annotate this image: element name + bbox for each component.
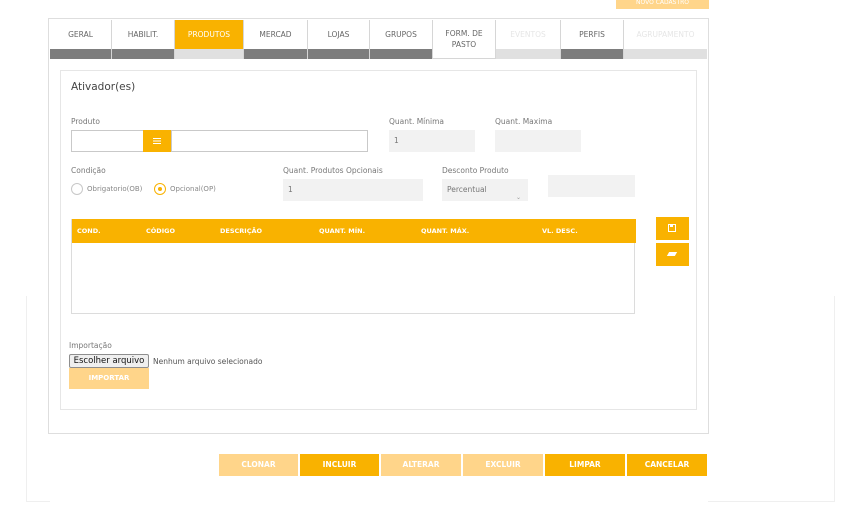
quant-minima-label: Quant. Mínima [389,117,445,126]
quant-opcionais-input[interactable]: 1 [283,179,423,201]
tab-label: MERCAD [259,30,292,39]
quant-opcionais-label: Quant. Produtos Opcionais [283,166,383,175]
tab-produtos[interactable]: PRODUTOS [175,20,244,59]
tab-label: PERFIS [579,30,605,39]
background-frame-left [26,296,50,502]
save-icon [668,224,676,232]
table-header: COND. CÓDIGO DESCRIÇÃO QUANT. MÍN. QUANT… [72,219,636,243]
tab-label: AGRUPAMENTO [636,30,695,39]
condicao-label: Condição [71,166,106,175]
col-descricao[interactable]: DESCRIÇÃO [220,227,262,235]
alter-button[interactable]: ALTERAR [381,454,461,476]
tab-habilit[interactable]: HABILIT. [112,20,175,59]
tab-eventos[interactable]: EVENTOS [496,20,561,59]
tab-geral[interactable]: GERAL [50,20,112,59]
tab-agrupamento[interactable]: AGRUPAMENTO [624,20,707,59]
list-icon [153,138,161,144]
desconto-selected: Percentual [447,185,487,194]
col-vl-desc[interactable]: VL. DESC. [542,227,578,235]
choose-file-button[interactable]: Escolher arquivo [69,354,149,368]
produto-code-input[interactable] [71,130,144,152]
col-quant-max[interactable]: QUANT. MÁX. [421,227,469,235]
tab-label: PRODUTOS [187,30,231,39]
clone-button[interactable]: CLONAR [219,454,298,476]
tab-form-de-pasto[interactable]: FORM. DE PASTO [433,20,496,59]
file-status-text: Nenhum arquivo selecionado [153,357,263,366]
desconto-label: Desconto Produto [442,166,509,175]
tab-label: FORM. DE PASTO [445,29,483,49]
include-button[interactable]: INCLUIR [300,454,379,476]
clear-row-button[interactable] [656,243,689,266]
desconto-value-input[interactable] [548,175,635,197]
tab-perfis[interactable]: PERFIS [561,20,624,59]
new-record-button[interactable]: NOVO CADASTRO [616,0,709,9]
form-card: GERAL HABILIT. PRODUTOS MERCAD LOJAS GRU… [48,18,709,434]
quant-maxima-input[interactable] [495,130,581,152]
radio-opcional-label: Opcional(OP) [170,185,216,193]
tab-label: EVENTOS [510,30,546,39]
save-row-button[interactable] [656,217,689,240]
ativadores-section: Ativador(es) Produto Quant. Mínima 1 Qua… [60,70,697,410]
section-title: Ativador(es) [71,81,136,93]
radio-opcional[interactable] [154,183,166,195]
produto-description-input[interactable] [171,130,368,152]
clear-button[interactable]: LIMPAR [545,454,625,476]
action-bar: CLONAR INCLUIR ALTERAR EXCLUIR LIMPAR CA… [219,454,707,476]
tab-label: HABILIT. [127,30,159,39]
tab-bar: GERAL HABILIT. PRODUTOS MERCAD LOJAS GRU… [50,20,707,59]
produto-search-button[interactable] [143,130,171,152]
quant-minima-input[interactable]: 1 [389,130,475,152]
delete-button[interactable]: EXCLUIR [463,454,543,476]
radio-obrigatorio-label: Obrigatorio(OB) [87,185,143,193]
tab-label: GERAL [68,30,93,39]
products-table: COND. CÓDIGO DESCRIÇÃO QUANT. MÍN. QUANT… [71,219,636,314]
tab-lojas[interactable]: LOJAS [308,20,370,59]
radio-obrigatorio[interactable] [71,183,83,195]
col-codigo[interactable]: CÓDIGO [146,227,175,235]
tab-grupos[interactable]: GRUPOS [370,20,433,59]
quant-maxima-label: Quant. Maxima [495,117,553,126]
chevron-down-icon: ⌄ [515,194,521,201]
col-quant-min[interactable]: QUANT. MÍN. [319,227,365,235]
eraser-icon [666,252,678,256]
cancel-button[interactable]: CANCELAR [627,454,707,476]
background-frame-right [708,296,835,502]
desconto-type-select[interactable]: Percentual ⌄ [442,179,528,201]
importacao-label: Importação [69,341,112,350]
produto-label: Produto [71,117,100,126]
tab-label: GRUPOS [385,30,417,39]
tab-label: LOJAS [327,30,350,39]
tab-mercad[interactable]: MERCAD [244,20,308,59]
import-button[interactable]: IMPORTAR [69,368,149,389]
col-cond[interactable]: COND. [77,227,101,235]
